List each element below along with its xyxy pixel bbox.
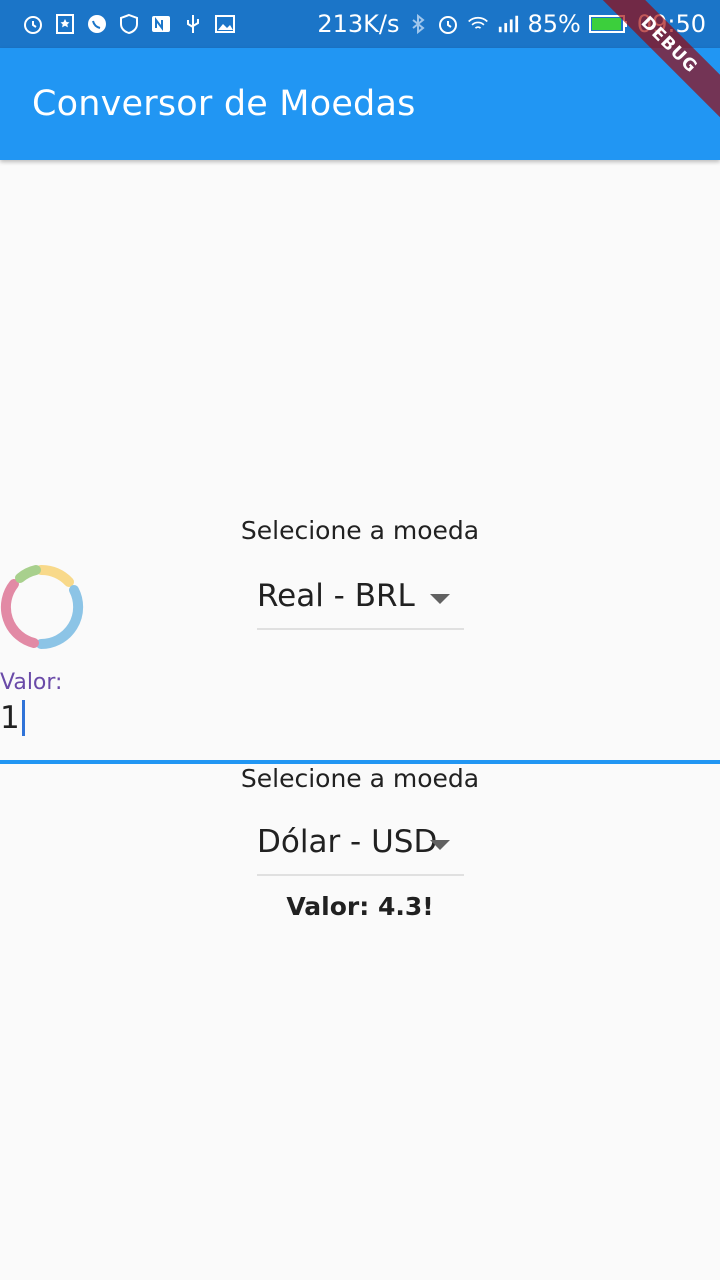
- to-currency-prompt: Selecione a moeda: [240, 764, 480, 793]
- loading-spinner-icon: [0, 562, 86, 652]
- image-icon: [214, 13, 236, 35]
- signal-icon: [497, 13, 519, 35]
- to-currency-dropdown[interactable]: Dólar - USD: [257, 818, 464, 876]
- alarm-icon: [22, 13, 44, 35]
- network-speed: 213K/s: [317, 10, 400, 38]
- status-bar: 213K/s 85% 09:50: [0, 0, 720, 48]
- alarm-icon: [437, 13, 459, 35]
- chevron-down-icon: [430, 594, 450, 604]
- n-app-icon: [150, 13, 172, 35]
- status-bar-left-icons: [22, 13, 236, 35]
- page-title: Conversor de Moedas: [32, 84, 416, 124]
- whatsapp-icon: [86, 13, 108, 35]
- to-currency-selected: Dólar - USD: [257, 824, 438, 860]
- app-bar: Conversor de Moedas: [0, 48, 720, 160]
- clock-time: 09:50: [636, 10, 706, 38]
- bookmark-star-icon: [54, 13, 76, 35]
- usb-icon: [182, 13, 204, 35]
- text-caret: [21, 700, 25, 736]
- from-currency-selected: Real - BRL: [257, 578, 415, 614]
- value-input[interactable]: 1: [0, 700, 25, 736]
- value-field-label: Valor:: [0, 670, 63, 695]
- shield-icon: [118, 13, 140, 35]
- bluetooth-icon: [407, 13, 429, 35]
- from-currency-dropdown[interactable]: Real - BRL: [257, 572, 464, 630]
- value-input-text: 1: [0, 700, 20, 736]
- wifi-icon: [467, 13, 489, 35]
- from-currency-prompt: Selecione a moeda: [240, 516, 480, 545]
- battery-icon: [588, 13, 629, 35]
- conversion-result: Valor: 4.3!: [286, 892, 434, 921]
- battery-percent: 85%: [527, 10, 581, 38]
- status-bar-right: 213K/s 85% 09:50: [317, 10, 706, 38]
- chevron-down-icon: [430, 840, 450, 850]
